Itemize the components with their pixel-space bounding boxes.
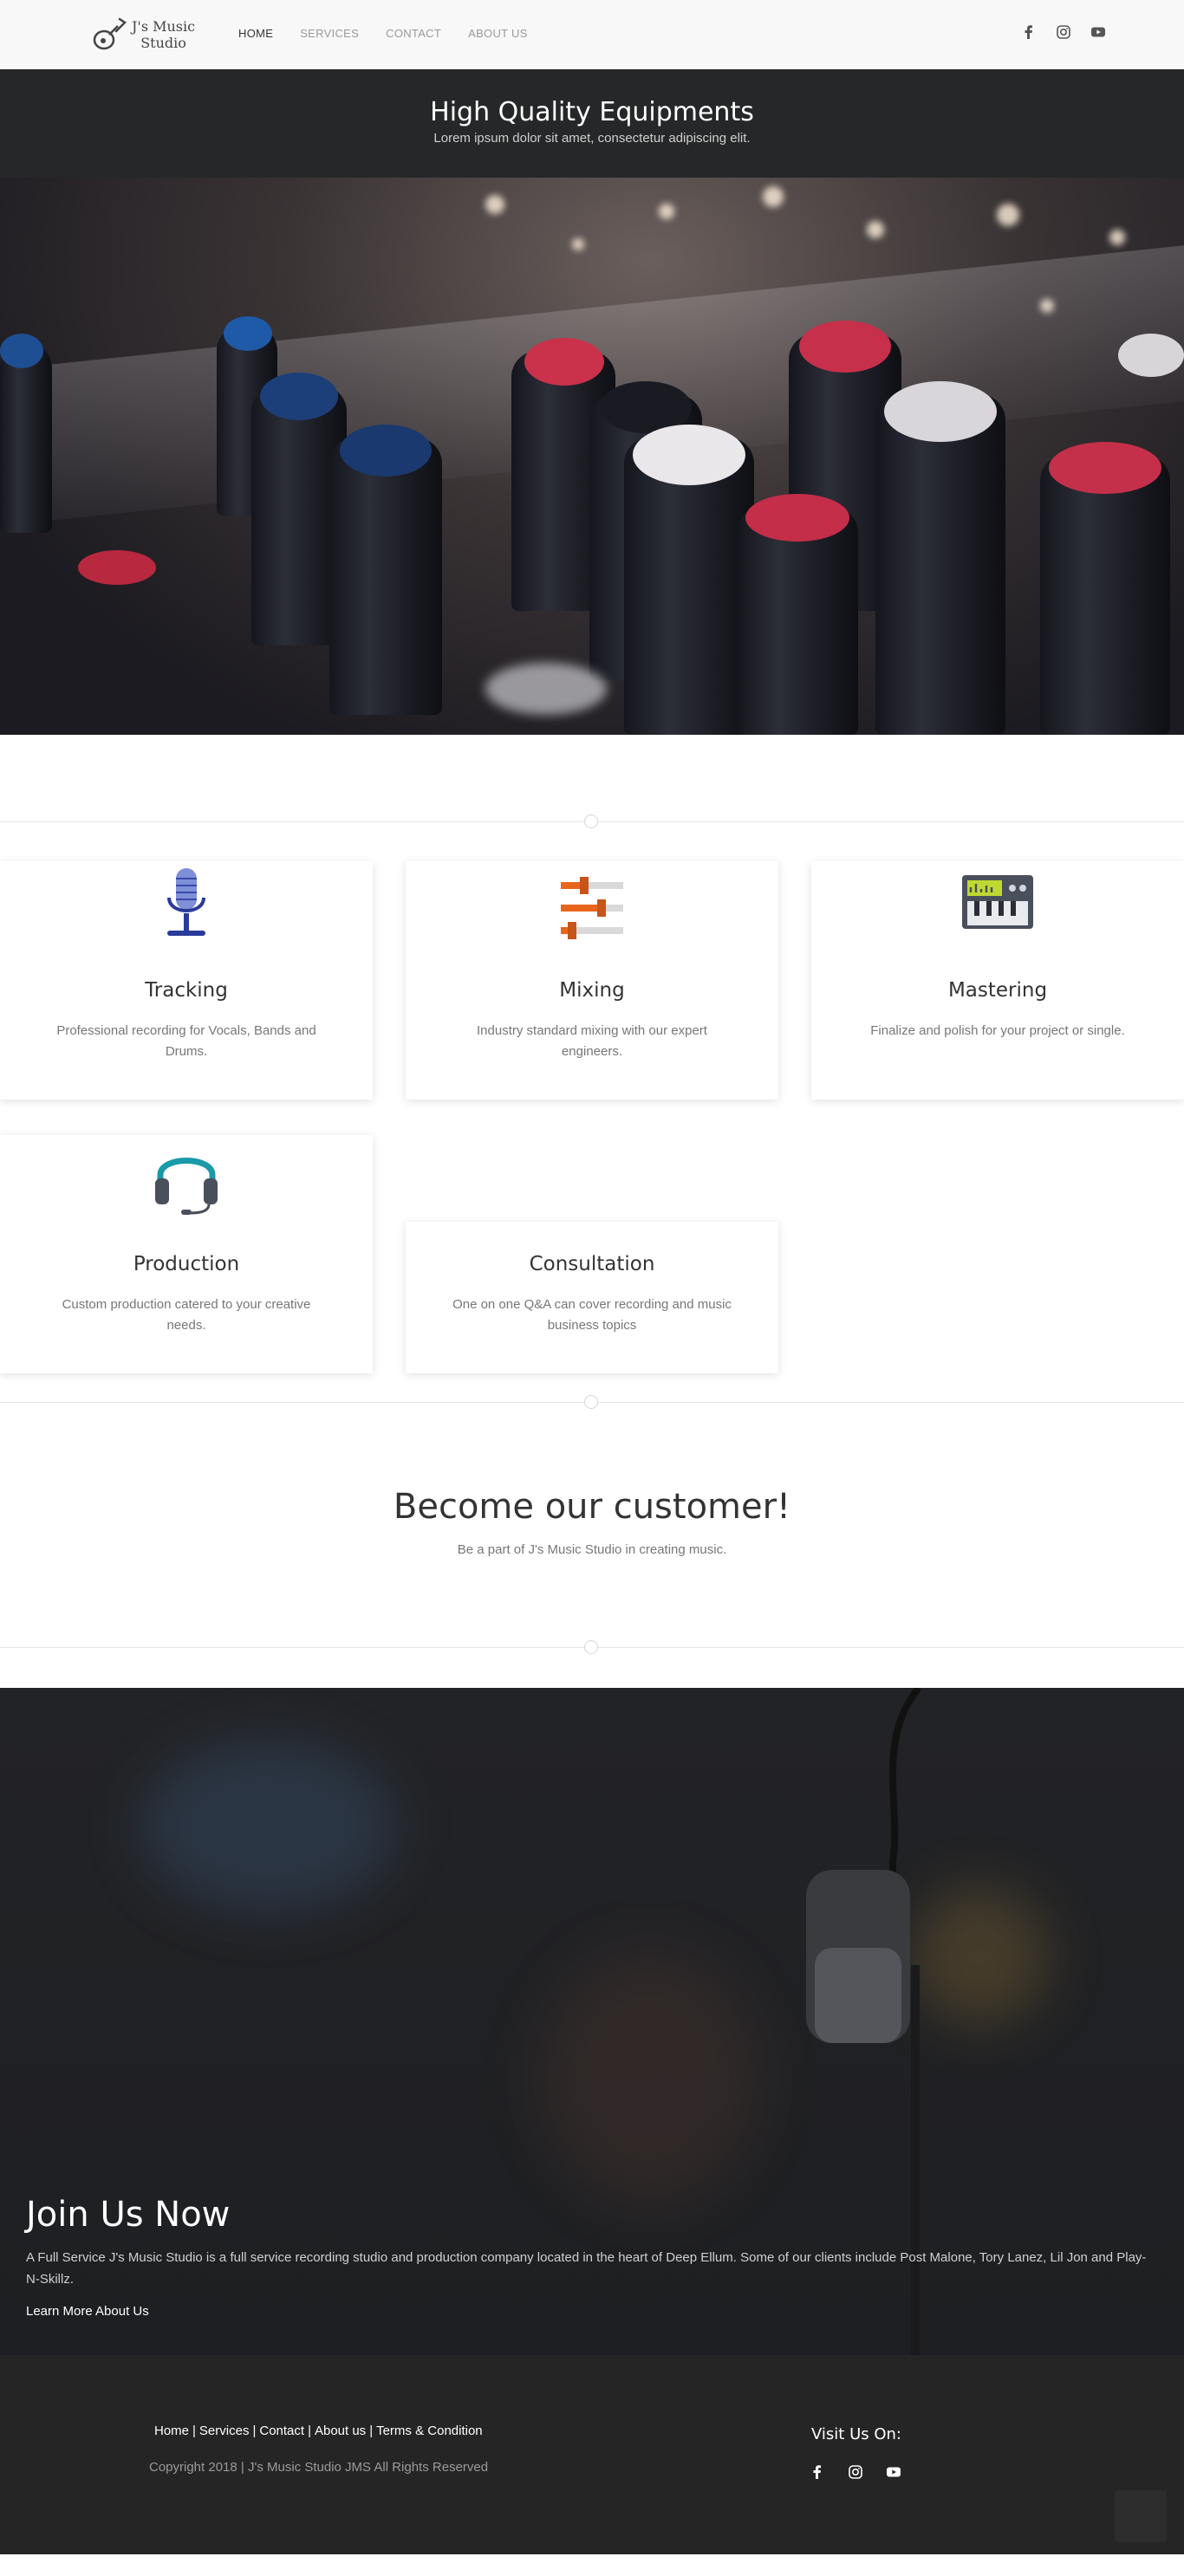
service-title: Mastering	[947, 979, 1048, 1002]
nav-contact[interactable]: CONTACT	[386, 27, 441, 40]
hero-subtitle: Lorem ipsum dolor sit amet, consectetur …	[433, 131, 751, 146]
service-title: Consultation	[529, 1253, 655, 1275]
synthesizer-icon	[962, 875, 1033, 929]
sliders-icon	[561, 877, 623, 939]
top-navbar: J's Music Studio HOME SERVICES CONTACT A…	[0, 0, 1184, 69]
service-title: Mixing	[559, 979, 625, 1002]
service-description: Custom production catered to your creati…	[62, 1297, 311, 1333]
join-content: Join Us Now A Full Service J's Music Stu…	[26, 2195, 1158, 2320]
main-menu: HOME SERVICES CONTACT ABOUT US	[238, 27, 555, 40]
footer-link-about-us[interactable]: About us	[315, 2424, 366, 2438]
scroll-to-top-button[interactable]	[1115, 2490, 1167, 2542]
footer-link-terms[interactable]: Terms & Condition	[376, 2424, 483, 2438]
youtube-icon[interactable]	[1090, 24, 1106, 40]
service-card-mastering: Mastering Finalize and polish for your p…	[811, 861, 1184, 1100]
footer-link-home[interactable]: Home	[154, 2424, 189, 2438]
footer-link-contact[interactable]: Contact	[259, 2424, 304, 2438]
service-card-consultation: Consultation One on one Q&A can cover re…	[406, 1222, 778, 1373]
instagram-icon[interactable]	[1056, 24, 1071, 40]
service-description: Professional recording for Vocals, Bands…	[56, 1023, 316, 1059]
footer-link-services[interactable]: Services	[199, 2424, 250, 2438]
service-description: Industry standard mixing with our expert…	[477, 1023, 707, 1059]
join-title: Join Us Now	[26, 2195, 231, 2235]
hero-title-bar: High Quality Equipments Lorem ipsum dolo…	[0, 69, 1184, 178]
nav-about-us[interactable]: ABOUT US	[468, 27, 528, 40]
facebook-icon[interactable]	[810, 2464, 825, 2480]
nav-services[interactable]: SERVICES	[300, 27, 359, 40]
service-description: One on one Q&A can cover recording and m…	[452, 1297, 732, 1333]
service-card-production: Production Custom production catered to …	[0, 1135, 373, 1373]
service-title: Tracking	[145, 979, 228, 1002]
service-description: Finalize and polish for your project or …	[870, 1023, 1125, 1038]
logo-line-2: Studio	[140, 35, 186, 51]
copyright-text: Copyright 2018 | J's Music Studio JMS Al…	[149, 2460, 489, 2475]
service-title: Production	[133, 1253, 240, 1275]
join-text: A Full Service J's Music Studio is a ful…	[26, 2250, 1147, 2287]
become-title: Become our customer!	[393, 1487, 791, 1527]
microphone-icon	[167, 868, 205, 936]
headphones-icon	[155, 1158, 218, 1215]
logo-line-1: J's Music	[132, 18, 196, 35]
service-card-tracking: Tracking Professional recording for Voca…	[0, 861, 373, 1100]
facebook-icon[interactable]	[1021, 24, 1037, 40]
section-divider	[0, 813, 1184, 830]
become-subtitle: Be a part of J's Music Studio in creatin…	[457, 1542, 727, 1557]
footer-links: Home | Services | Contact | About us | Terms & C…	[154, 2424, 483, 2438]
instagram-icon[interactable]	[848, 2464, 863, 2480]
service-card-mixing: Mixing Industry standard mixing with our…	[406, 861, 778, 1100]
visit-us-heading: Visit Us On:	[811, 2425, 901, 2443]
site-logo[interactable]: J's Music Studio	[90, 16, 195, 54]
guitar-icon	[93, 17, 127, 50]
become-customer-section: Become our customer! Be a part of J's Mu…	[0, 1402, 1184, 1619]
youtube-icon[interactable]	[886, 2464, 901, 2480]
header-social-links	[1021, 24, 1106, 40]
footer-social-links	[810, 2464, 901, 2480]
section-divider	[0, 1638, 1184, 1656]
site-footer: Home | Services | Contact | About us | Terms & C…	[0, 2355, 1184, 2554]
hero-mixer-image	[0, 178, 1184, 735]
hero-title: High Quality Equipments	[430, 97, 754, 127]
join-us-section: Join Us Now A Full Service J's Music Stu…	[0, 1688, 1184, 2355]
nav-home[interactable]: HOME	[238, 27, 273, 40]
services-section: Tracking Professional recording for Voca…	[0, 830, 1184, 1409]
learn-more-link[interactable]: Learn More About Us	[26, 2304, 149, 2319]
